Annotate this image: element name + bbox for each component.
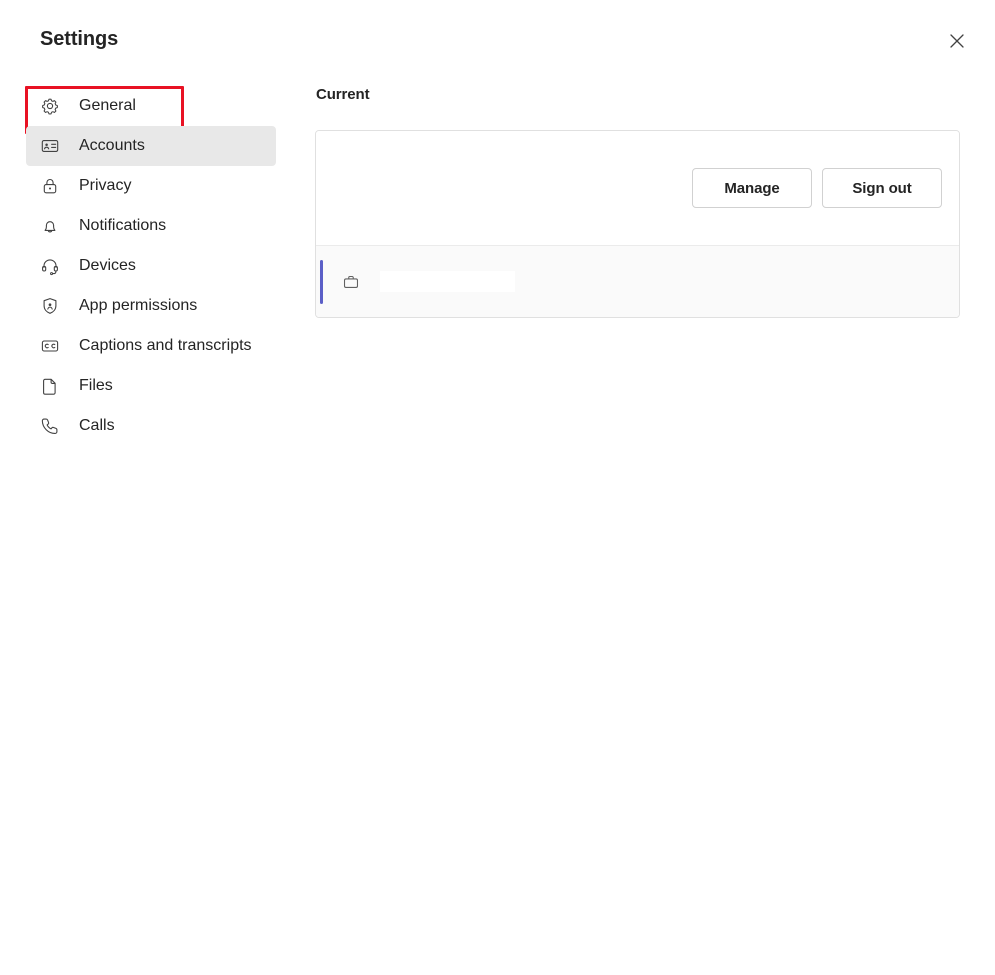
sidebar-item-notifications[interactable]: Notifications [26,206,276,246]
sign-out-button[interactable]: Sign out [822,168,942,208]
sidebar-item-label: Accounts [79,137,145,154]
account-org-name [380,271,515,292]
bell-icon [40,216,60,236]
sidebar-item-files[interactable]: Files [26,366,276,406]
phone-icon [40,416,60,436]
contact-card-icon [40,136,60,156]
sidebar-item-label: Captions and transcripts [79,337,252,354]
shield-person-icon [40,296,60,316]
sidebar-item-label: Notifications [79,217,167,234]
sidebar-item-calls[interactable]: Calls [26,406,276,446]
sidebar-item-app-permissions[interactable]: App permissions [26,286,276,326]
close-icon [950,34,964,48]
sidebar-item-devices[interactable]: Devices [26,246,276,286]
account-card-top: Manage Sign out [316,131,959,245]
sidebar-item-label: Files [79,377,113,394]
headset-icon [40,256,60,276]
sidebar-item-privacy[interactable]: Privacy [26,166,276,206]
section-heading-current: Current [316,86,370,103]
close-button[interactable] [937,21,977,61]
sidebar-item-captions[interactable]: Captions and transcripts [26,326,276,366]
lock-icon [40,176,60,196]
settings-sidebar: General Accounts Privacy Notifications D… [25,86,276,446]
page-title: Settings [40,28,119,50]
manage-button[interactable]: Manage [692,168,812,208]
selected-account-accent-bar [320,260,323,304]
closed-caption-icon [40,336,60,356]
sidebar-item-label: Calls [79,417,115,434]
account-card-org-row[interactable] [316,245,959,317]
settings-content: Current Manage Sign out [315,86,960,318]
briefcase-icon [341,272,361,292]
sidebar-item-accounts[interactable]: Accounts [26,126,276,166]
sidebar-item-general[interactable]: General [25,86,276,134]
gear-icon [40,96,60,116]
account-card-actions: Manage Sign out [692,168,942,208]
sidebar-item-label: General [79,97,136,114]
sidebar-item-label: Devices [79,257,136,274]
current-account-card: Manage Sign out [315,130,960,318]
sidebar-item-label: Privacy [79,177,132,194]
sidebar-item-label: App permissions [79,297,198,314]
dialog-header: Settings [0,0,995,78]
document-icon [40,376,60,396]
